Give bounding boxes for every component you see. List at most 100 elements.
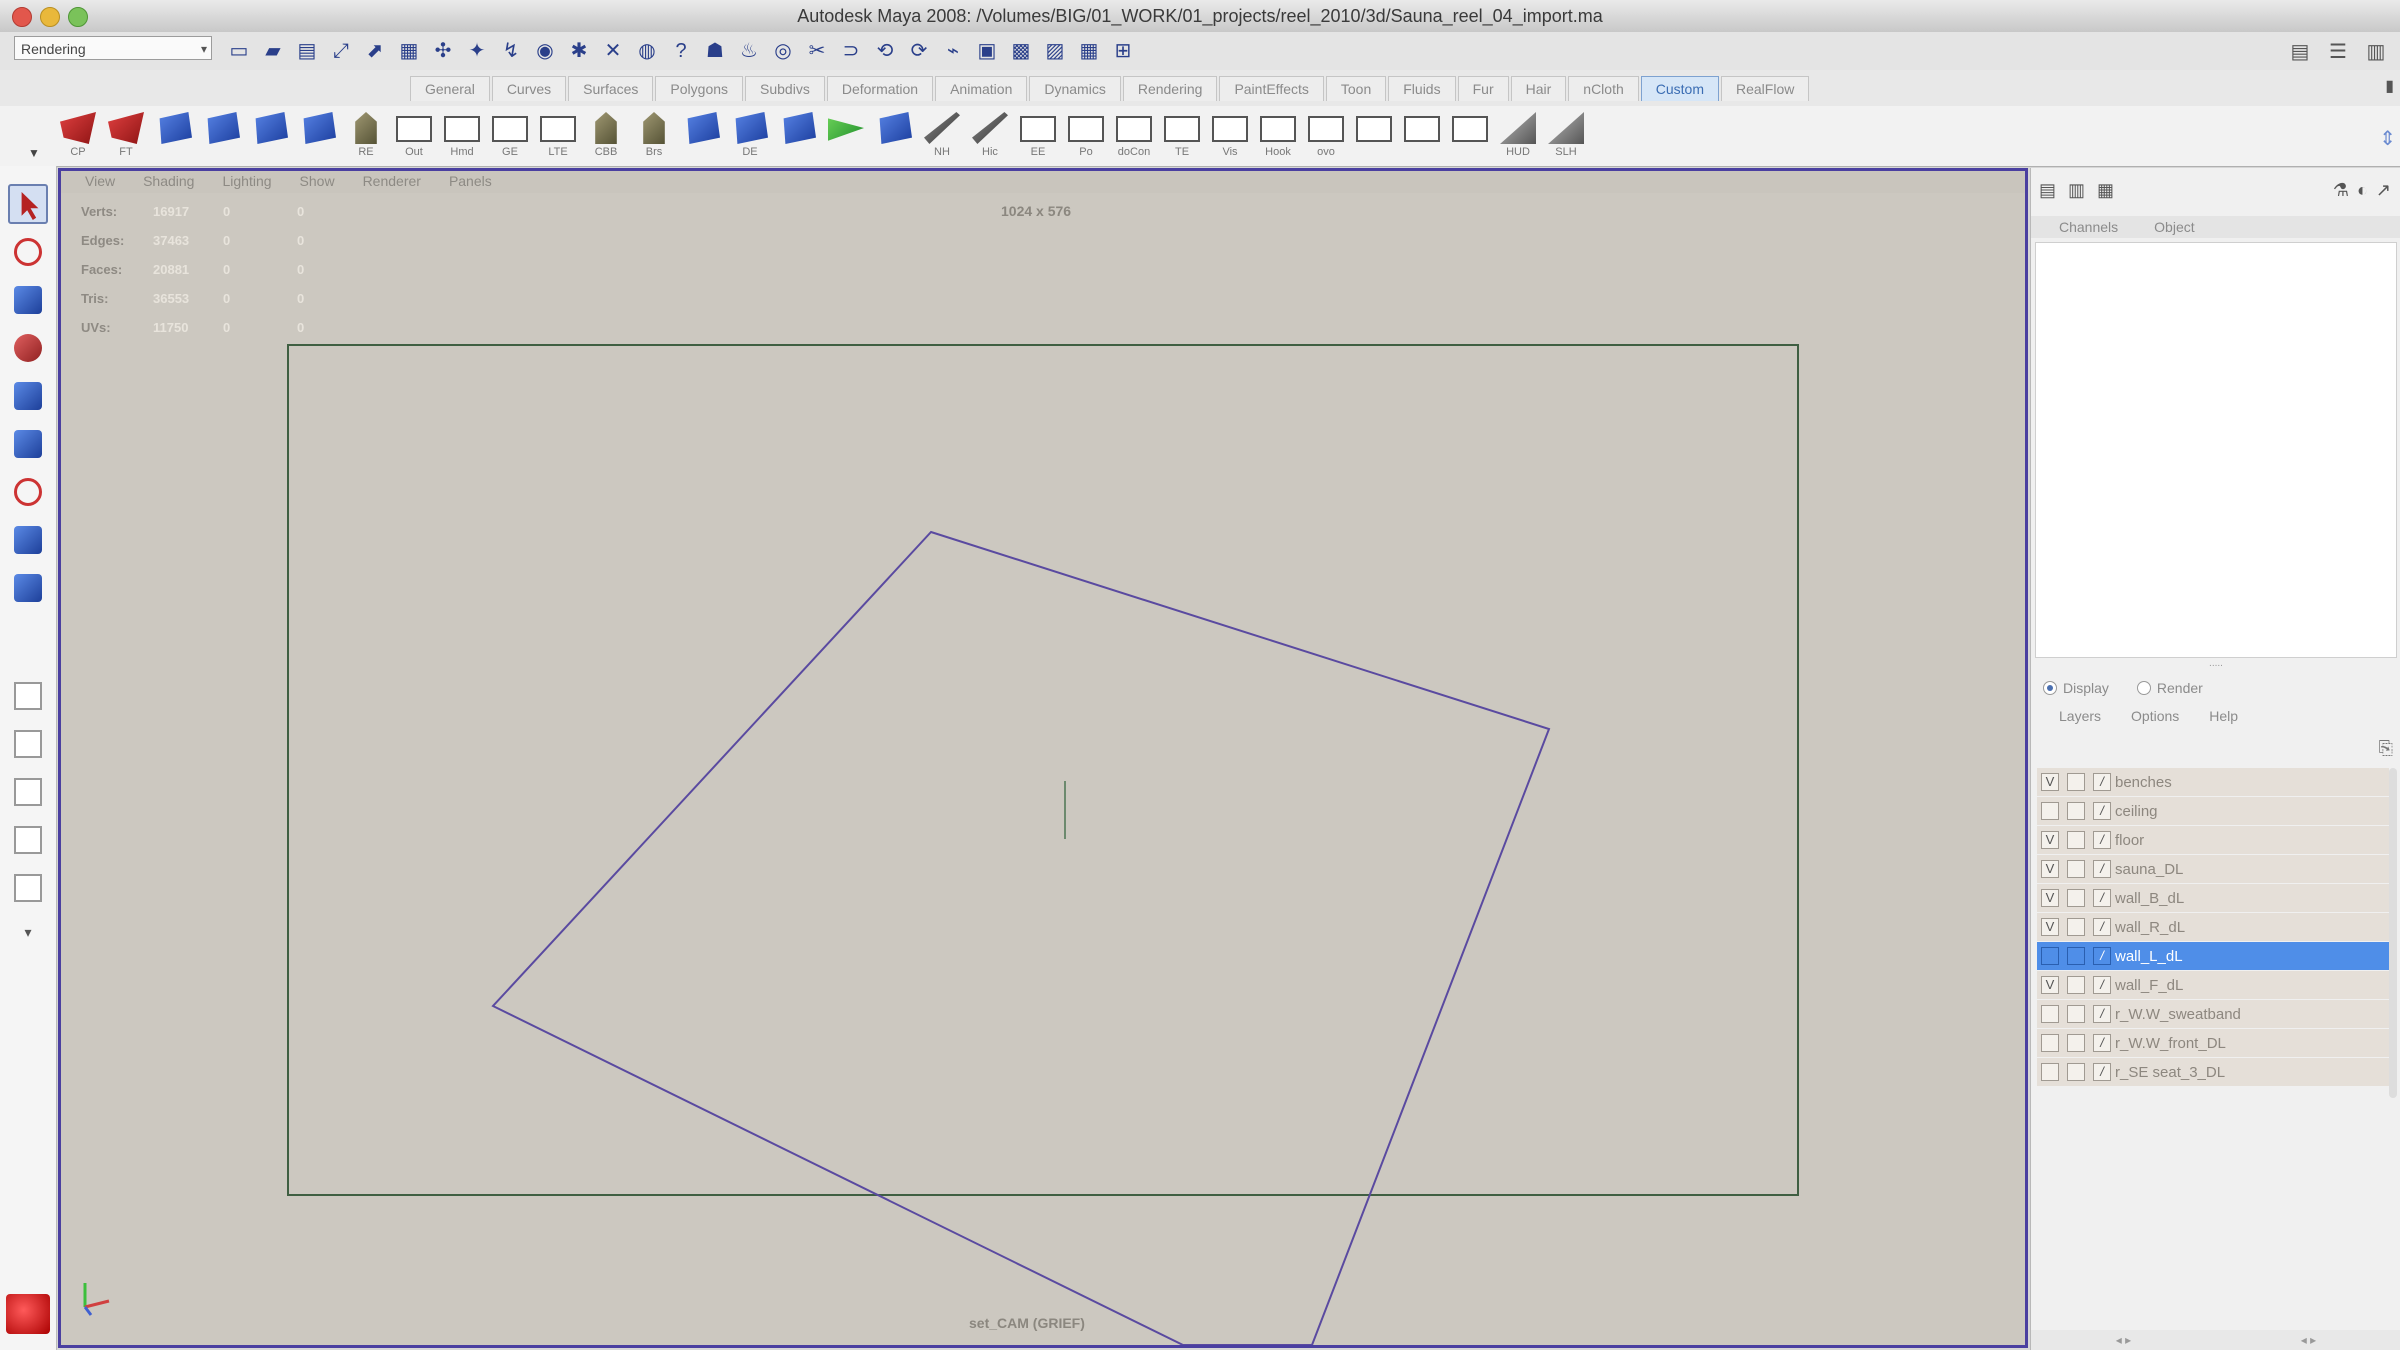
tab-ncloth[interactable]: nCloth	[1568, 76, 1639, 101]
layer-row[interactable]: / r_W.W_front_DL	[2037, 1029, 2389, 1057]
shelf-button[interactable]: GE	[488, 110, 532, 162]
layer-visibility-toggle[interactable]	[2041, 1005, 2059, 1023]
layer-visibility-toggle[interactable]: V	[2041, 976, 2059, 994]
tab-surfaces[interactable]: Surfaces	[568, 76, 654, 101]
shelf-options-icon[interactable]: ▼	[28, 146, 40, 160]
layer-color-swatch[interactable]: /	[2093, 976, 2111, 994]
single-perspective-layout[interactable]	[8, 676, 48, 716]
panel-splitter[interactable]: .....	[2031, 659, 2400, 670]
magnet-icon[interactable]: ⊃	[837, 37, 865, 65]
shelf-menu-icon[interactable]: ▮	[2385, 76, 2394, 96]
hypershade-layout[interactable]	[8, 868, 48, 908]
shelf-button[interactable]: Hook	[1256, 110, 1300, 162]
layer-display-type-toggle[interactable]	[2067, 947, 2085, 965]
shelf-button[interactable]	[872, 110, 916, 162]
select-component-icon[interactable]: ▦	[395, 37, 423, 65]
channel-layer-toggle-icon[interactable]: ▦	[2097, 180, 2114, 201]
show-manipulator-tool[interactable]	[8, 520, 48, 560]
shelf-button[interactable]: EE	[1016, 110, 1060, 162]
layer-menu-layers[interactable]: Layers	[2059, 708, 2101, 728]
layer-row[interactable]: V / wall_F_dL	[2037, 971, 2389, 999]
select-object-icon[interactable]: ⬈	[361, 37, 389, 65]
layer-color-swatch[interactable]: /	[2093, 802, 2111, 820]
layer-display-type-toggle[interactable]	[2067, 1034, 2085, 1052]
channel-box-icon[interactable]: ▥	[2362, 38, 2390, 66]
shelf-button[interactable]: CP	[56, 110, 100, 162]
snap-curve-icon[interactable]: ✦	[463, 37, 491, 65]
tab-animation[interactable]: Animation	[935, 76, 1028, 101]
tab-polygons[interactable]: Polygons	[655, 76, 744, 101]
hypershade-icon[interactable]: ✂	[803, 37, 831, 65]
layer-display-type-toggle[interactable]	[2067, 860, 2085, 878]
layer-menu-options[interactable]: Options	[2131, 708, 2179, 728]
save-scene-icon[interactable]: ▤	[293, 37, 321, 65]
move-tool[interactable]	[8, 328, 48, 368]
tab-fluids[interactable]: Fluids	[1388, 76, 1456, 101]
layer-color-swatch[interactable]: /	[2093, 947, 2111, 965]
shelf-button[interactable]	[1352, 110, 1396, 162]
shelf-button[interactable]: RE	[344, 110, 388, 162]
shelf-button[interactable]: Out	[392, 110, 436, 162]
scale-tool[interactable]	[8, 424, 48, 464]
layer-row[interactable]: V / sauna_DL	[2037, 855, 2389, 883]
channel-box-toggle-icon[interactable]: ▤	[2039, 180, 2056, 201]
lasso-tool[interactable]	[8, 232, 48, 272]
scroll-right-icon[interactable]: ◂ ▸	[2301, 1330, 2316, 1350]
tab-subdivs[interactable]: Subdivs	[745, 76, 825, 101]
layer-visibility-toggle[interactable]	[2041, 947, 2059, 965]
layer-visibility-toggle[interactable]: V	[2041, 831, 2059, 849]
layer-color-swatch[interactable]: /	[2093, 889, 2111, 907]
shelf-button[interactable]: TE	[1160, 110, 1204, 162]
input-line-icon[interactable]: ◎	[769, 37, 797, 65]
render-current-icon[interactable]: ?	[667, 37, 695, 65]
lasso-icon[interactable]: ⌁	[939, 37, 967, 65]
layer-menu-help[interactable]: Help	[2209, 708, 2238, 728]
shelf-button[interactable]	[680, 110, 724, 162]
attribute-editor-icon[interactable]: ▤	[2286, 38, 2314, 66]
shelf-button[interactable]: Vis	[1208, 110, 1252, 162]
layer-visibility-toggle[interactable]: V	[2041, 773, 2059, 791]
layer-row[interactable]: / ceiling	[2037, 797, 2389, 825]
layer-row[interactable]: / r_W.W_sweatband	[2037, 1000, 2389, 1028]
snap-point-icon[interactable]: ↯	[497, 37, 525, 65]
shelf-button[interactable]: CBB	[584, 110, 628, 162]
undo-icon[interactable]: ⟲	[871, 37, 899, 65]
layer-visibility-toggle[interactable]: V	[2041, 918, 2059, 936]
channel-box-area[interactable]	[2035, 242, 2397, 658]
shelf-button[interactable]: FT	[104, 110, 148, 162]
tab-realflow[interactable]: RealFlow	[1720, 76, 1810, 101]
shelf-button[interactable]: DE	[728, 110, 772, 162]
tab-general[interactable]: General	[410, 76, 490, 101]
construction-history-icon[interactable]: ✕	[599, 37, 627, 65]
radio-display[interactable]: Display	[2043, 680, 2109, 696]
shelf-button[interactable]	[152, 110, 196, 162]
layer-list-scrollbar[interactable]	[2389, 768, 2397, 1098]
layer-color-swatch[interactable]: /	[2093, 1005, 2111, 1023]
snap-plane-icon[interactable]: ◉	[531, 37, 559, 65]
radio-render[interactable]: Render	[2136, 680, 2203, 696]
layer-visibility-toggle[interactable]	[2041, 1034, 2059, 1052]
layer-visibility-toggle[interactable]: V	[2041, 889, 2059, 907]
layer-color-swatch[interactable]: /	[2093, 1063, 2111, 1081]
layer-visibility-toggle[interactable]: V	[2041, 860, 2059, 878]
tab-toon[interactable]: Toon	[1325, 76, 1387, 101]
shelf-button[interactable]: ovo	[1304, 110, 1348, 162]
tab-hair[interactable]: Hair	[1510, 76, 1567, 101]
tab-rendering[interactable]: Rendering	[1122, 76, 1218, 101]
snap-live-icon[interactable]: ✱	[565, 37, 593, 65]
menu-set-dropdown[interactable]: Rendering ▾	[14, 36, 212, 60]
clapper-icon[interactable]: ▩	[1007, 37, 1035, 65]
shelf-button[interactable]	[776, 110, 820, 162]
open-scene-icon[interactable]: ▰	[259, 37, 287, 65]
wall-wireframe[interactable]	[491, 530, 1551, 1345]
shelf-button[interactable]: HUD	[1496, 110, 1540, 162]
shelf-button[interactable]	[1400, 110, 1444, 162]
shelf-button[interactable]	[824, 110, 868, 162]
shelf-button[interactable]: Po	[1064, 110, 1108, 162]
hyper-icon[interactable]: ↗	[2376, 180, 2391, 201]
layer-display-type-toggle[interactable]	[2067, 831, 2085, 849]
last-tool[interactable]	[8, 568, 48, 608]
render-frame-icon[interactable]: ▣	[973, 37, 1001, 65]
persp-graph-layout[interactable]	[8, 820, 48, 860]
new-layer-icon[interactable]: ⎘	[2379, 738, 2393, 759]
